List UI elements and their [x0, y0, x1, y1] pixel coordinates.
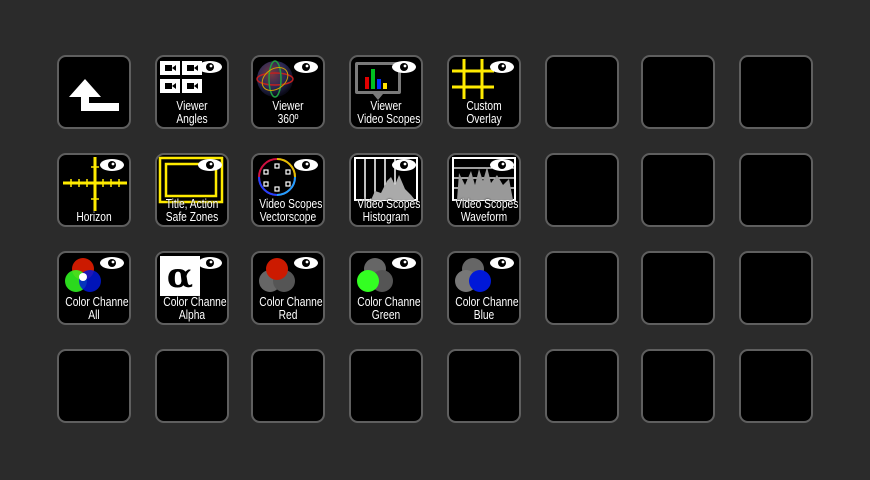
empty-key[interactable]	[349, 349, 423, 423]
key-label: Color Channel Green	[357, 295, 423, 322]
key-label: Custom Overlay	[466, 99, 502, 126]
key-grid: Viewer Angles Viewer 360º Viewer Video S…	[0, 0, 870, 480]
key-label: Title, Action Safe Zones	[165, 197, 219, 224]
eye-icon	[294, 159, 318, 171]
eye-icon	[100, 159, 124, 171]
key-label: Color Channel All	[65, 295, 131, 322]
channel-blue-key[interactable]: Color Channel Blue	[447, 251, 521, 325]
empty-key[interactable]	[447, 349, 521, 423]
empty-key[interactable]	[545, 251, 619, 325]
empty-key[interactable]	[739, 55, 813, 129]
empty-key[interactable]	[545, 55, 619, 129]
custom-overlay-key[interactable]: Custom Overlay	[447, 55, 521, 129]
eye-icon	[392, 257, 416, 269]
key-label: Horizon	[76, 209, 112, 224]
safe-zones-key[interactable]: Title, Action Safe Zones	[155, 153, 229, 227]
eye-icon	[392, 61, 416, 73]
back-key[interactable]	[57, 55, 131, 129]
empty-key[interactable]	[545, 153, 619, 227]
vectorscope-key[interactable]: Video Scopes Vectorscope	[251, 153, 325, 227]
empty-key[interactable]	[739, 251, 813, 325]
empty-key[interactable]	[739, 349, 813, 423]
back-arrow-icon	[69, 79, 119, 111]
eye-icon	[490, 159, 514, 171]
key-label: Video Scopes Vectorscope	[259, 197, 323, 224]
key-label: Color Channel Alpha	[163, 295, 229, 322]
viewer-360-key[interactable]: Viewer 360º	[251, 55, 325, 129]
waveform-key[interactable]: Video Scopes Waveform	[447, 153, 521, 227]
empty-key[interactable]	[641, 251, 715, 325]
viewer-video-scopes-key[interactable]: Viewer Video Scopes	[349, 55, 423, 129]
empty-key[interactable]	[641, 349, 715, 423]
eye-icon	[294, 61, 318, 73]
empty-key[interactable]	[739, 153, 813, 227]
key-label: Color Channel Red	[259, 295, 325, 322]
histogram-key[interactable]: Video Scopes Histogram	[349, 153, 423, 227]
eye-icon	[198, 159, 222, 171]
key-label: Video Scopes Histogram	[357, 197, 421, 224]
empty-key[interactable]	[545, 349, 619, 423]
eye-icon	[198, 61, 222, 73]
viewer-angles-key[interactable]: Viewer Angles	[155, 55, 229, 129]
eye-icon	[100, 257, 124, 269]
channel-green-key[interactable]: Color Channel Green	[349, 251, 423, 325]
key-label: Viewer Angles	[176, 99, 208, 126]
empty-key[interactable]	[641, 153, 715, 227]
eye-icon	[294, 257, 318, 269]
empty-key[interactable]	[251, 349, 325, 423]
key-label: Color Channel Blue	[455, 295, 521, 322]
channel-all-key[interactable]: Color Channel All	[57, 251, 131, 325]
horizon-key[interactable]: Horizon	[57, 153, 131, 227]
key-label: Viewer Video Scopes	[357, 99, 421, 126]
eye-icon	[392, 159, 416, 171]
empty-key[interactable]	[641, 55, 715, 129]
empty-key[interactable]	[155, 349, 229, 423]
empty-key[interactable]	[57, 349, 131, 423]
eye-icon	[490, 61, 514, 73]
key-label: Viewer 360º	[272, 99, 304, 126]
eye-icon	[198, 257, 222, 269]
channel-alpha-key[interactable]: α Color Channel Alpha	[155, 251, 229, 325]
channel-red-key[interactable]: Color Channel Red	[251, 251, 325, 325]
alpha-icon: α	[160, 256, 200, 296]
eye-icon	[490, 257, 514, 269]
key-label: Video Scopes Waveform	[455, 197, 519, 224]
